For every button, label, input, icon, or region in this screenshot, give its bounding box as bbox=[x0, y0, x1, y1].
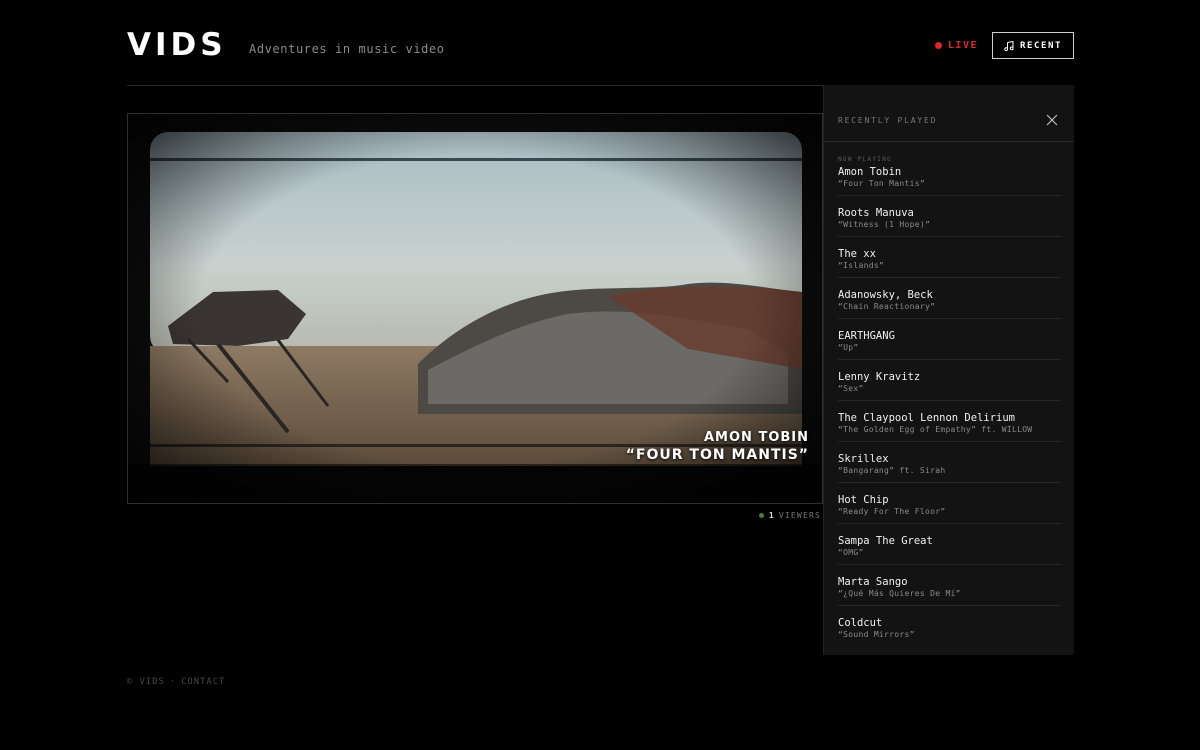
track-artist: EARTHGANG bbox=[838, 330, 895, 342]
track-title: “Chain Reactionary” bbox=[838, 302, 936, 311]
copyright-text: © VIDS bbox=[127, 677, 165, 687]
recent-button[interactable]: RECENT bbox=[992, 32, 1074, 59]
list-item[interactable]: Skrillex “Bangarang” ft. Sirah bbox=[838, 442, 1061, 483]
video-frame bbox=[128, 114, 822, 503]
track-artist: Lenny Kravitz bbox=[838, 371, 921, 383]
now-playing-label: NOW PLAYING bbox=[838, 156, 893, 163]
list-item[interactable]: The xx “Islands” bbox=[838, 237, 1061, 278]
panel-title: RECENTLY PLAYED bbox=[838, 116, 938, 125]
video-artist-caption: AMON TOBIN bbox=[704, 430, 809, 445]
track-title: “Bangarang” ft. Sirah bbox=[838, 466, 946, 475]
track-title: “Sex” bbox=[838, 384, 864, 393]
track-title: “¿Qué Más Quieres De Mí” bbox=[838, 589, 961, 598]
live-label: LIVE bbox=[947, 40, 978, 51]
track-artist: Coldcut bbox=[838, 617, 883, 629]
list-item[interactable]: Marta Sango “¿Qué Más Quieres De Mí” bbox=[838, 565, 1061, 606]
viewer-count: 1 VIEWERS bbox=[758, 511, 821, 520]
live-indicator[interactable]: LIVE bbox=[934, 40, 978, 51]
site-header: VIDS Adventures in music video LIVE RECE… bbox=[127, 28, 1074, 68]
viewer-count-label: VIEWERS bbox=[778, 511, 821, 520]
track-title: “Up” bbox=[838, 343, 859, 352]
track-title: “Sound Mirrors” bbox=[838, 630, 915, 639]
track-list: NOW PLAYING Amon Tobin “Four Ton Mantis”… bbox=[838, 155, 1061, 647]
live-dot-icon bbox=[934, 42, 942, 49]
recent-label: RECENT bbox=[1019, 40, 1063, 51]
track-artist: Skrillex bbox=[838, 453, 889, 465]
close-icon[interactable] bbox=[1046, 114, 1058, 126]
viewer-count-value: 1 bbox=[768, 511, 775, 520]
track-artist: Adanowsky, Beck bbox=[838, 289, 933, 301]
track-title: “Ready For The Floor” bbox=[838, 507, 946, 516]
list-item[interactable]: Sampa The Great “OMG” bbox=[838, 524, 1061, 565]
site-footer: © VIDS · CONTACT bbox=[127, 677, 225, 687]
track-title: “The Golden Egg of Empathy” ft. WILLOW bbox=[838, 425, 1033, 434]
list-item-now-playing[interactable]: NOW PLAYING Amon Tobin “Four Ton Mantis” bbox=[838, 155, 1061, 196]
list-item[interactable]: Hot Chip “Ready For The Floor” bbox=[838, 483, 1061, 524]
list-item[interactable]: Lenny Kravitz “Sex” bbox=[838, 360, 1061, 401]
site-tagline: Adventures in music video bbox=[249, 42, 445, 56]
video-player[interactable]: AMON TOBIN “FOUR TON MANTIS” bbox=[127, 113, 823, 504]
recently-played-panel: RECENTLY PLAYED NOW PLAYING Amon Tobin “… bbox=[823, 85, 1074, 655]
contact-link[interactable]: CONTACT bbox=[181, 677, 225, 687]
footer-separator: · bbox=[169, 677, 177, 687]
music-note-icon bbox=[1004, 40, 1014, 51]
list-item[interactable]: Adanowsky, Beck “Chain Reactionary” bbox=[838, 278, 1061, 319]
track-artist: Amon Tobin bbox=[838, 166, 902, 178]
header-divider bbox=[127, 85, 824, 86]
track-title: “Islands” bbox=[838, 261, 885, 270]
list-item[interactable]: EARTHGANG “Up” bbox=[838, 319, 1061, 360]
track-artist: The Claypool Lennon Delirium bbox=[838, 412, 1016, 424]
track-title: “Four Ton Mantis” bbox=[838, 179, 925, 188]
track-title: “OMG” bbox=[838, 548, 864, 557]
track-artist: Roots Manuva bbox=[838, 207, 914, 219]
track-artist: Marta Sango bbox=[838, 576, 908, 588]
site-logo[interactable]: VIDS bbox=[127, 28, 227, 62]
video-title-caption: “FOUR TON MANTIS” bbox=[625, 447, 809, 463]
track-artist: Sampa The Great bbox=[838, 535, 933, 547]
track-title: “Witness (1 Hope)” bbox=[838, 220, 931, 229]
panel-header: RECENTLY PLAYED bbox=[824, 85, 1074, 142]
list-item[interactable]: The Claypool Lennon Delirium “The Golden… bbox=[838, 401, 1061, 442]
track-artist: Hot Chip bbox=[838, 494, 889, 506]
list-item[interactable]: Coldcut “Sound Mirrors” bbox=[838, 606, 1061, 647]
list-item[interactable]: Roots Manuva “Witness (1 Hope)” bbox=[838, 196, 1061, 237]
track-artist: The xx bbox=[838, 248, 876, 260]
viewer-dot-icon bbox=[758, 513, 764, 518]
